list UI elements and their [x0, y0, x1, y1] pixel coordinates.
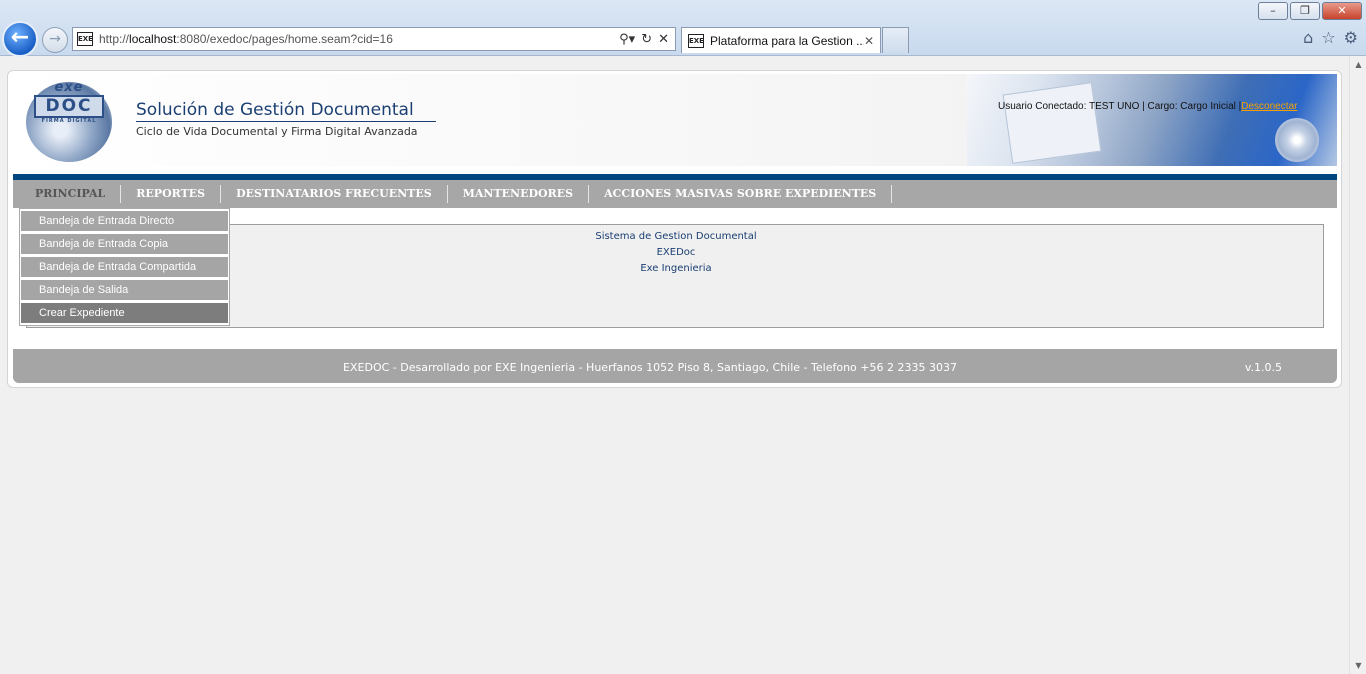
browser-tools: ⌂ ☆ ⚙ — [1303, 28, 1358, 47]
page-container: exe DOC FIRMA DIGITAL Solución de Gestió… — [7, 70, 1342, 388]
nav-item-destinatarios[interactable]: DESTINATARIOS FRECUENTES — [221, 185, 448, 203]
logout-link[interactable]: Desconectar — [1241, 101, 1297, 112]
address-actions: ⚲▾ ↻ ✕ — [619, 32, 675, 47]
address-bar[interactable]: EXE http://localhost:8080/exedoc/pages/h… — [72, 27, 676, 51]
stop-icon[interactable]: ✕ — [658, 32, 669, 47]
tab-title: Plataforma para la Gestion ... — [710, 33, 864, 48]
forward-button[interactable]: → — [42, 27, 68, 53]
site-favicon-icon: EXE — [77, 32, 93, 46]
logo-doc: DOC — [34, 95, 104, 118]
search-icon[interactable]: ⚲▾ — [619, 32, 635, 47]
tab-favicon-icon: EXE — [688, 33, 704, 48]
nav-item-principal[interactable]: PRINCIPAL — [20, 185, 122, 203]
logo-sub: FIRMA DIGITAL — [41, 118, 97, 124]
forward-arrow-icon: → — [49, 31, 61, 47]
restore-button[interactable]: ❐ — [1290, 2, 1320, 20]
close-window-button[interactable]: ✕ — [1322, 2, 1362, 20]
main-nav: PRINCIPAL REPORTES DESTINATARIOS FRECUEN… — [13, 174, 1337, 208]
url-host: localhost — [129, 32, 177, 46]
nav-item-acciones-masivas[interactable]: ACCIONES MASIVAS SOBRE EXPEDIENTES — [589, 185, 893, 203]
logo-exe: exe — [54, 80, 84, 95]
document-paper-icon — [1002, 82, 1102, 164]
home-icon[interactable]: ⌂ — [1303, 28, 1313, 47]
vertical-scrollbar[interactable]: ▲ ▼ — [1349, 56, 1366, 674]
browser-tab[interactable]: EXE Plataforma para la Gestion ... ✕ — [681, 27, 881, 53]
tab-close-icon[interactable]: ✕ — [864, 34, 880, 48]
user-info-text: Usuario Conectado: TEST UNO | Cargo: Car… — [998, 101, 1242, 112]
url-prefix: http:// — [99, 32, 130, 46]
principal-dropdown-menu: Bandeja de Entrada Directo Bandeja de En… — [19, 208, 230, 326]
version-label: v.1.0.5 — [1244, 361, 1282, 374]
menu-item-bandeja-salida[interactable]: Bandeja de Salida — [21, 280, 228, 300]
window-controls: – ❐ ✕ — [1258, 2, 1362, 20]
refresh-icon[interactable]: ↻ — [641, 32, 652, 47]
menu-item-bandeja-entrada-compartida[interactable]: Bandeja de Entrada Compartida — [21, 257, 228, 277]
menu-item-bandeja-entrada-copia[interactable]: Bandeja de Entrada Copia — [21, 234, 228, 254]
site-footer: EXEDOC - Desarrollado por EXE Ingenieria… — [13, 349, 1337, 383]
favorites-star-icon[interactable]: ☆ — [1321, 28, 1335, 47]
browser-chrome: – ❐ ✕ ← → EXE http://localhost:8080/exed… — [0, 0, 1366, 57]
scroll-up-icon[interactable]: ▲ — [1350, 56, 1366, 73]
back-button[interactable]: ← — [2, 21, 38, 57]
url-rest: :8080/exedoc/pages/home.seam?cid=16 — [176, 32, 393, 46]
footer-text: EXEDOC - Desarrollado por EXE Ingenieria… — [343, 361, 957, 374]
page-subtitle: Ciclo de Vida Documental y Firma Digital… — [136, 125, 418, 138]
new-tab-button[interactable] — [882, 27, 909, 53]
menu-item-crear-expediente[interactable]: Crear Expediente — [21, 303, 228, 323]
cd-disc-icon — [1275, 118, 1319, 162]
minimize-button[interactable]: – — [1258, 2, 1288, 20]
user-info: Usuario Conectado: TEST UNO | Cargo: Car… — [998, 101, 1297, 112]
back-arrow-icon: ← — [10, 25, 30, 50]
page-title: Solución de Gestión Documental — [136, 100, 436, 122]
scroll-down-icon[interactable]: ▼ — [1350, 657, 1366, 674]
site-header: exe DOC FIRMA DIGITAL Solución de Gestió… — [13, 74, 1337, 166]
url-text[interactable]: http://localhost:8080/exedoc/pages/home.… — [99, 32, 619, 46]
logo[interactable]: exe DOC FIRMA DIGITAL — [34, 80, 104, 124]
header-banner-image — [967, 74, 1337, 166]
settings-gear-icon[interactable]: ⚙ — [1344, 28, 1358, 47]
nav-item-mantenedores[interactable]: MANTENEDORES — [448, 185, 590, 203]
menu-item-bandeja-entrada-directo[interactable]: Bandeja de Entrada Directo — [21, 211, 228, 231]
nav-item-reportes[interactable]: REPORTES — [121, 185, 222, 203]
